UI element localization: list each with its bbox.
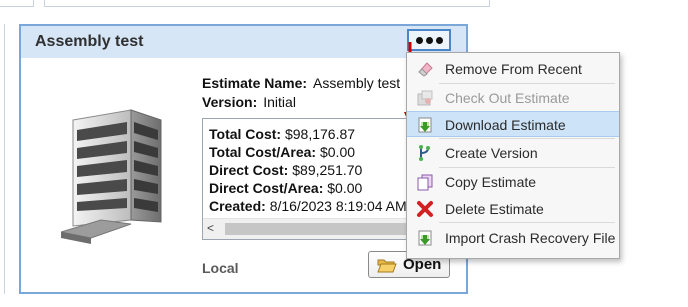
menu-separator <box>439 167 615 168</box>
menu-item-create-version[interactable]: Create Version <box>407 140 619 166</box>
import-icon <box>418 230 432 246</box>
eraser-icon <box>418 62 433 77</box>
detail-value: 8/16/2023 8:19:04 AM <box>269 198 407 214</box>
card-header: Assembly test <box>21 26 466 58</box>
detail-value: $98,176.87 <box>284 126 356 142</box>
location-label: Local <box>202 260 239 276</box>
menu-item-import-crash-recovery-file[interactable]: Import Crash Recovery File <box>407 225 619 251</box>
detail-value: $0.00 <box>319 144 356 160</box>
estimate-name-value: Assembly test <box>313 75 401 91</box>
menu-item-check-out-estimate[interactable]: Check Out Estimate <box>407 85 619 111</box>
branch-icon <box>419 145 430 161</box>
delete-icon <box>417 201 433 217</box>
cost-details-panel[interactable]: Total Cost: $98,176.87 Total Cost/Area: … <box>202 118 430 240</box>
menu-item-label: Delete Estimate <box>445 201 544 217</box>
menu-item-label: Import Crash Recovery File <box>445 230 616 246</box>
menu-item-copy-estimate[interactable]: Copy Estimate <box>407 169 619 195</box>
detail-value: $89,251.70 <box>292 162 363 178</box>
context-menu: Remove From Recent Check Out Estimate Do… <box>406 52 620 259</box>
version-value: Initial <box>263 94 296 110</box>
menu-separator <box>439 83 615 84</box>
dot-icon <box>425 36 433 44</box>
checkout-icon <box>417 90 433 106</box>
detail-row: Total Cost: $98,176.87 <box>209 125 407 143</box>
building-icon <box>61 109 162 244</box>
detail-row: Direct Cost/Area: $0.00 <box>209 179 407 197</box>
neighbor-card-outline <box>0 0 34 7</box>
neighbor-card-outline <box>0 24 5 294</box>
menu-item-remove-from-recent[interactable]: Remove From Recent <box>407 56 619 82</box>
scroll-thumb[interactable] <box>225 223 421 235</box>
menu-item-label: Copy Estimate <box>445 174 537 190</box>
download-icon <box>418 117 432 133</box>
detail-row: Direct Cost: $89,251.70 <box>209 161 407 179</box>
dot-icon <box>415 36 423 44</box>
neighbor-card-outline <box>44 0 490 7</box>
dot-icon <box>435 36 443 44</box>
menu-item-delete-estimate[interactable]: Delete Estimate <box>407 196 619 222</box>
menu-separator <box>439 138 615 139</box>
detail-row: Created: 8/16/2023 8:19:04 AM <box>209 197 407 215</box>
menu-item-label: Check Out Estimate <box>445 90 570 106</box>
menu-item-download-estimate[interactable]: Download Estimate <box>407 111 619 137</box>
menu-item-label: Create Version <box>445 145 538 161</box>
menu-item-label: Remove From Recent <box>445 61 582 77</box>
detail-label: Total Cost: <box>209 126 282 142</box>
detail-label: Created: <box>209 198 266 214</box>
menu-separator <box>439 222 615 223</box>
scroll-left-icon[interactable]: < <box>207 221 214 235</box>
detail-row: Total Cost/Area: $0.00 <box>209 143 407 161</box>
menu-item-label: Download Estimate <box>445 117 566 133</box>
detail-value: $0.00 <box>327 180 363 196</box>
estimate-info: Estimate Name: Assembly test Version: Init… <box>202 74 400 112</box>
estimate-card[interactable]: Assembly test Estimate Name: Assembly te… <box>19 24 468 294</box>
detail-label: Direct Cost/Area: <box>209 180 324 196</box>
estimate-name-label: Estimate Name: <box>202 75 308 91</box>
folder-open-icon <box>377 259 397 272</box>
detail-label: Direct Cost: <box>209 162 289 178</box>
card-title: Assembly test <box>35 33 144 50</box>
detail-label: Total Cost/Area: <box>209 144 317 160</box>
copy-icon <box>417 174 433 191</box>
version-label: Version: <box>202 94 258 110</box>
horizontal-scrollbar[interactable]: < <box>203 218 429 239</box>
